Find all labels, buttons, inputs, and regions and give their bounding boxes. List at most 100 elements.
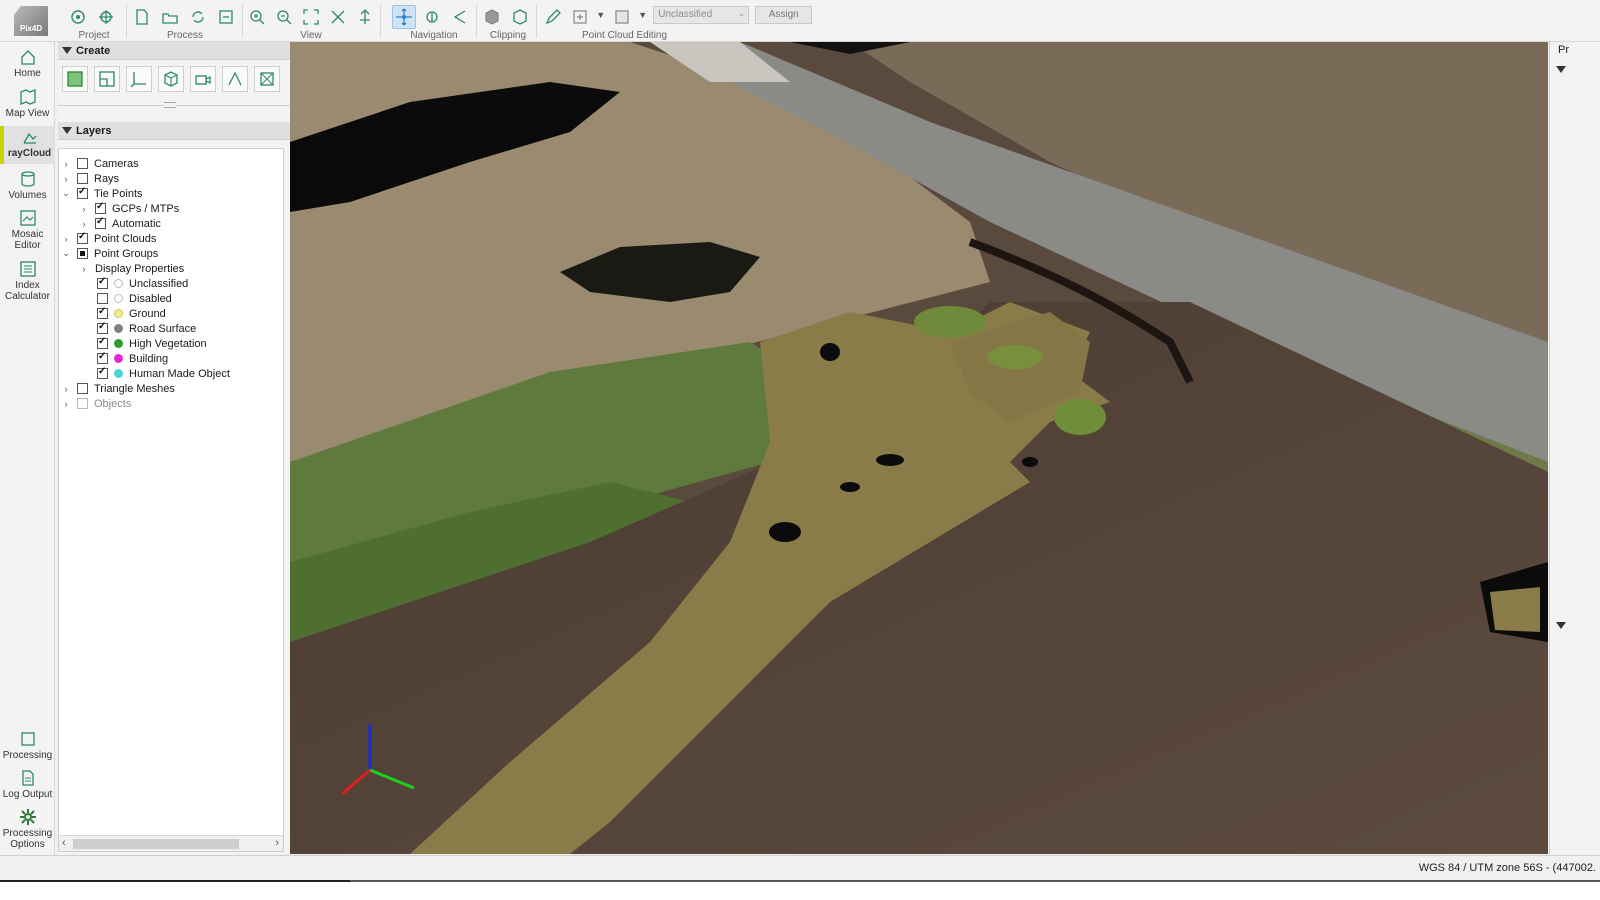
reoptimize-icon[interactable] (186, 5, 210, 29)
checkbox-high-vegetation[interactable] (97, 336, 108, 349)
project-options-icon[interactable] (66, 5, 90, 29)
nav-mosaic-editor[interactable]: Mosaic Editor (0, 209, 55, 251)
checkbox-disabled[interactable] (97, 293, 108, 304)
new-volume-icon[interactable] (158, 66, 184, 92)
panel-splitter[interactable] (58, 100, 290, 110)
app-logo: Pix4D (14, 6, 48, 36)
layer-triangle-meshes[interactable]: › Triangle Meshes (59, 381, 283, 396)
expand-arrow-icon[interactable]: › (79, 219, 89, 229)
new-ortho-plane-icon[interactable] (254, 66, 280, 92)
layers-horizontal-scrollbar[interactable]: ‹ › (59, 835, 283, 851)
collapse-triangle-icon[interactable] (1556, 622, 1566, 629)
checkbox-tie-points[interactable] (77, 186, 88, 199)
checkbox-point-groups[interactable] (77, 248, 88, 259)
edit-points-icon[interactable] (542, 5, 563, 29)
checkbox-triangle-meshes[interactable] (77, 383, 88, 394)
checkbox-automatic[interactable] (95, 216, 106, 229)
expand-arrow-icon[interactable]: › (61, 234, 71, 244)
nav-processing-options[interactable]: Processing Options (0, 808, 55, 850)
checkbox-cameras[interactable] (77, 158, 88, 169)
chevron-down-icon[interactable]: ▼ (638, 10, 647, 20)
expand-arrow-icon[interactable]: › (79, 204, 89, 214)
scroll-right-icon[interactable]: › (275, 837, 279, 849)
checkbox-building[interactable] (97, 351, 108, 364)
point-group-high-vegetation[interactable]: High Vegetation (59, 336, 283, 351)
collapse-arrow-icon[interactable]: ⌄ (61, 188, 71, 199)
create-section-header[interactable]: Create (58, 42, 290, 60)
toolbar-label-point-cloud-editing: Point Cloud Editing (582, 30, 668, 41)
point-group-unclassified[interactable]: Unclassified (59, 276, 283, 291)
layer-gcps[interactable]: › GCPs / MTPs (59, 201, 283, 216)
assign-button[interactable]: Assign (755, 6, 813, 24)
checkbox-point-clouds[interactable] (77, 231, 88, 244)
properties-panel-collapsed[interactable]: Pr (1549, 42, 1600, 854)
layer-point-clouds[interactable]: › Point Clouds (59, 231, 283, 246)
view-all-icon[interactable] (353, 5, 376, 29)
new-line-icon[interactable] (222, 66, 248, 92)
zoom-in-icon[interactable] (246, 5, 269, 29)
expand-arrow-icon[interactable]: › (61, 384, 71, 394)
layer-point-groups[interactable]: ⌄ Point Groups (59, 246, 283, 261)
nav-volumes[interactable]: Volumes (0, 170, 55, 201)
open-project-icon[interactable] (158, 5, 182, 29)
raycloud-3d-viewport[interactable] (290, 42, 1548, 854)
nav-raycloud[interactable]: rayCloud (0, 126, 55, 164)
nav-home[interactable]: Home (0, 48, 55, 79)
point-group-building[interactable]: Building (59, 351, 283, 366)
checkbox-human-made-object[interactable] (97, 366, 108, 379)
new-axis-icon[interactable] (126, 66, 152, 92)
camera-navigation-icon[interactable] (448, 5, 472, 29)
new-project-icon[interactable] (130, 5, 154, 29)
point-group-disabled[interactable]: Disabled (59, 291, 283, 306)
nav-map-view[interactable]: Map View (0, 88, 55, 119)
new-surface-icon[interactable] (94, 66, 120, 92)
clipping-edit-icon[interactable] (508, 5, 532, 29)
point-group-human-made-object[interactable]: Human Made Object (59, 366, 283, 381)
collapse-arrow-icon[interactable]: ⌄ (61, 248, 71, 259)
zoom-out-icon[interactable] (273, 5, 296, 29)
rematch-icon[interactable] (214, 5, 238, 29)
nav-processing[interactable]: Processing (0, 730, 55, 761)
point-group-road-surface[interactable]: Road Surface (59, 321, 283, 336)
zoom-extents-icon[interactable] (300, 5, 323, 29)
checkbox-rays[interactable] (77, 173, 88, 184)
layer-tie-points[interactable]: ⌄ Tie Points (59, 186, 283, 201)
point-cloud-render[interactable] (290, 42, 1548, 854)
focus-icon[interactable] (326, 5, 349, 29)
layer-cameras[interactable]: › Cameras (59, 156, 283, 171)
checkbox-road-surface[interactable] (97, 321, 108, 334)
index-calculator-icon (19, 261, 36, 277)
chevron-down-icon[interactable]: ▼ (596, 10, 605, 20)
checkbox-unclassified[interactable] (97, 276, 108, 289)
checkbox-objects[interactable] (77, 398, 88, 409)
new-video-animation-icon[interactable] (190, 66, 216, 92)
checkbox-gcps[interactable] (95, 201, 106, 214)
nav-log-output[interactable]: Log Output (0, 769, 55, 800)
scrollbar-thumb[interactable] (73, 839, 239, 849)
point-class-select[interactable]: Unclassified ⌄ (653, 6, 750, 24)
layer-display-properties[interactable]: › Display Properties (59, 261, 283, 276)
splitter-grip-icon[interactable] (164, 102, 176, 108)
expand-arrow-icon[interactable]: › (79, 264, 89, 274)
collapse-triangle-icon[interactable] (1556, 66, 1566, 73)
point-group-ground[interactable]: Ground (59, 306, 283, 321)
layer-automatic[interactable]: › Automatic (59, 216, 283, 231)
scroll-left-icon[interactable]: ‹ (62, 837, 66, 849)
layers-section-header[interactable]: Layers (58, 122, 290, 140)
layer-objects[interactable]: › Objects (59, 396, 283, 411)
clipping-box-icon[interactable] (480, 5, 504, 29)
expand-arrow-icon[interactable]: › (61, 399, 71, 409)
layer-rays[interactable]: › Rays (59, 171, 283, 186)
first-person-navigation-icon[interactable] (420, 5, 444, 29)
checkbox-ground[interactable] (97, 306, 108, 319)
gcp-manager-icon[interactable] (94, 5, 118, 29)
toolbar-group-point-cloud-editing: ▼ ▼ Unclassified ⌄ Assign Point Cloud Edi… (542, 0, 813, 42)
expand-arrow-icon[interactable]: › (61, 159, 71, 169)
new-polyline-icon[interactable] (62, 66, 88, 92)
nav-index-calculator[interactable]: Index Calculator (0, 260, 55, 302)
expand-arrow-icon[interactable]: › (61, 174, 71, 184)
trackball-navigation-icon[interactable] (392, 5, 416, 29)
selection-mode-icon[interactable] (569, 5, 590, 29)
class-color-swatch-icon[interactable] (611, 5, 632, 29)
collapse-triangle-icon (62, 127, 72, 134)
